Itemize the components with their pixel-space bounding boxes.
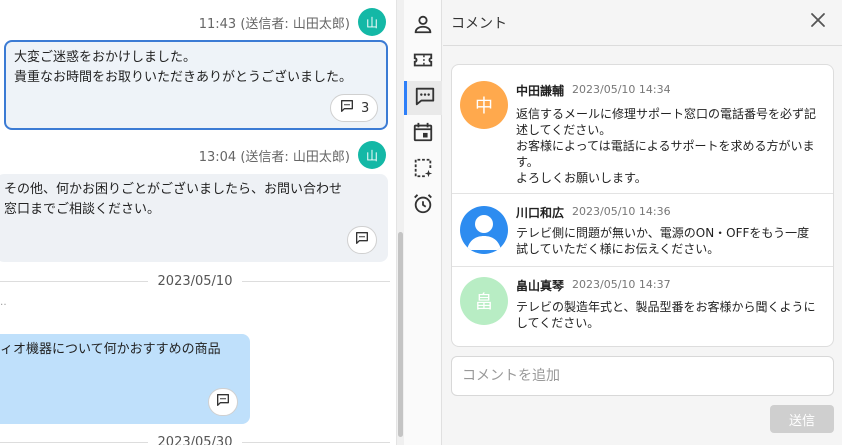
comment-count-button[interactable]: 3 [330,94,379,122]
side-icon-rail [404,0,442,445]
comment-icon [354,230,370,250]
message-meta: 13:04 (送信者: 山田太郎) [198,150,350,165]
sender-avatar[interactable]: 山 [358,8,386,36]
comment-body: 返信するメールに修理サポート窓口の電話番号を必ず記 述してください。 お客様によ… [516,107,817,185]
commenter-name: 川口和広 [516,206,565,220]
person-icon [412,13,434,39]
comment-count: 3 [361,100,370,116]
comment-button[interactable] [208,388,238,416]
comment-timestamp: 2023/05/10 14:37 [572,278,671,291]
scrollbar-thumb[interactable] [398,232,403,437]
ticket-icon [412,49,434,75]
date-label: 2023/05/30 [157,434,233,445]
comment-timestamp: 2023/05/10 14:34 [572,83,671,96]
comment-item: 畠 畠山真琴 2023/05/10 14:37 テレビの製造年式と、製品型番をお… [452,267,833,346]
date-separator: 2023/05/30 [0,432,390,445]
date-separator: 2023/05/10 [0,271,390,291]
message-line: ィオ機器について何かおすすめの商品 [0,342,221,357]
default-user-avatar-icon [460,206,508,254]
comment-body: テレビ側に問題が無いか、電源のON・OFFをもう一度 試していただく様にお伝えく… [516,226,810,256]
commenter-name: 畠山真琴 [516,279,565,293]
rail-item-ticket[interactable] [404,45,442,79]
message-bubble-selected[interactable]: 大変ご迷惑をおかけしました。 貴重なお時間をお取りいただきありがとうございました… [4,40,388,130]
message-line: 大変ご迷惑をおかけしました。 [14,50,197,65]
message-line: 窓口までご相談ください。 [4,202,161,217]
comment-icon [215,392,231,412]
comment-input[interactable] [451,356,834,396]
chat-area: 11:43 (送信者: 山田太郎) 山 大変ご迷惑をおかけしました。 貴重なお時… [0,0,396,445]
rail-item-contact[interactable] [404,9,442,43]
comment-item: 中 中田謙輔 2023/05/10 14:34 返信するメールに修理サポート窓口… [452,65,833,194]
comment-item: 川口和広 2023/05/10 14:36 テレビ側に問題が無いか、電源のON・… [452,194,833,267]
sparkle-note-icon [412,157,434,183]
commenter-avatar: 畠 [460,277,508,325]
message-meta: 11:43 (送信者: 山田太郎) [198,17,350,32]
rail-item-comments[interactable] [404,81,442,115]
date-label: 2023/05/10 [157,273,233,289]
calendar-icon [412,121,434,147]
comment-list: 中 中田謙輔 2023/05/10 14:34 返信するメールに修理サポート窓口… [451,64,834,347]
comment-timestamp: 2023/05/10 14:36 [572,205,671,218]
message-line: その他、何かお困りごとがございましたら、お問い合わせ [4,182,343,197]
commenter-avatar: 中 [460,81,508,129]
rail-item-calendar[interactable] [404,117,442,151]
close-button[interactable] [806,10,830,34]
send-button[interactable]: 送信 [770,405,834,433]
rail-item-reminder[interactable] [404,189,442,223]
close-icon [809,11,827,33]
comment-body: テレビの製造年式と、製品型番をお客様から聞くように してください。 [516,300,816,330]
alarm-icon [412,193,434,219]
comment-icon [339,98,355,118]
truncated-mark: ‥ [0,297,7,308]
panel-header: コメント [443,0,842,46]
message-bubble[interactable]: その他、何かお困りごとがございましたら、お問い合わせ 窓口までご相談ください。 [0,174,388,262]
comment-button[interactable] [347,226,377,254]
message-line: 貴重なお時間をお取りいただきありがとうございました。 [14,70,353,85]
panel-title: コメント [451,16,507,32]
comment-icon [414,85,436,111]
chat-scrollbar[interactable] [396,0,404,445]
rail-item-ai-note[interactable] [404,153,442,187]
commenter-name: 中田謙輔 [516,84,565,98]
sender-avatar[interactable]: 山 [358,141,386,169]
comment-panel: コメント 中 中田謙輔 2023/05/10 14:34 返信するメールに修理サ… [443,0,842,445]
